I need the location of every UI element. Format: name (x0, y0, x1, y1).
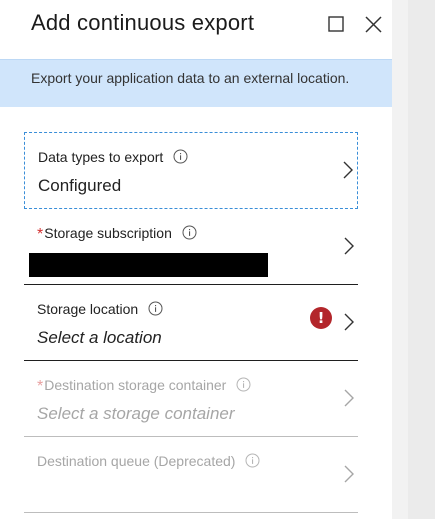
close-button[interactable] (362, 13, 384, 35)
chevron-right-icon (344, 465, 354, 483)
required-marker: * (37, 226, 44, 243)
destination-storage-container-field: * Destination storage container Select a… (24, 361, 358, 437)
chevron-right-icon (344, 313, 354, 331)
redacted-subscription-value (29, 253, 268, 277)
backdrop-inner (392, 0, 408, 519)
field-label-destination-container: * Destination storage container (37, 376, 251, 395)
field-label-destination-queue: Destination queue (Deprecated) (37, 452, 260, 470)
field-label-storage-subscription: * Storage subscription (37, 224, 197, 243)
required-marker: * (37, 378, 44, 395)
maximize-icon (328, 16, 344, 32)
chevron-right-icon (344, 237, 354, 255)
error-icon: ! (310, 307, 332, 329)
info-icon (236, 377, 251, 395)
info-banner: Export your application data to an exter… (0, 59, 392, 107)
destination-queue-field: Destination queue (Deprecated) (24, 437, 358, 513)
field-value-storage-location: Select a location (37, 328, 162, 347)
maximize-button[interactable] (325, 13, 347, 35)
data-types-to-export-field[interactable]: Data types to export Configured (24, 132, 358, 209)
info-icon (245, 453, 260, 471)
field-value-data-types: Configured (38, 176, 122, 195)
chevron-right-icon (343, 161, 353, 179)
field-label-text: Data types to export (38, 149, 164, 165)
field-label-data-types: Data types to export (38, 148, 188, 166)
close-icon (364, 15, 382, 33)
field-label-text: Destination queue (Deprecated) (37, 453, 236, 469)
field-label-text: Destination storage container (44, 377, 227, 393)
storage-location-field[interactable]: Storage location Select a location ! (24, 285, 358, 361)
blade-title: Add continuous export (31, 10, 255, 35)
storage-subscription-field[interactable]: * Storage subscription (24, 209, 358, 285)
field-value-destination-container: Select a storage container (37, 404, 235, 423)
info-icon[interactable] (148, 301, 163, 319)
field-label-text: Storage location (37, 301, 139, 317)
chevron-right-icon (344, 389, 354, 407)
field-label-storage-location: Storage location (37, 300, 163, 318)
add-continuous-export-blade: Add continuous export Export your applic… (0, 0, 392, 519)
portal-backdrop (392, 0, 435, 519)
info-icon[interactable] (173, 149, 188, 167)
info-icon[interactable] (182, 225, 197, 243)
field-label-text: Storage subscription (44, 225, 172, 241)
